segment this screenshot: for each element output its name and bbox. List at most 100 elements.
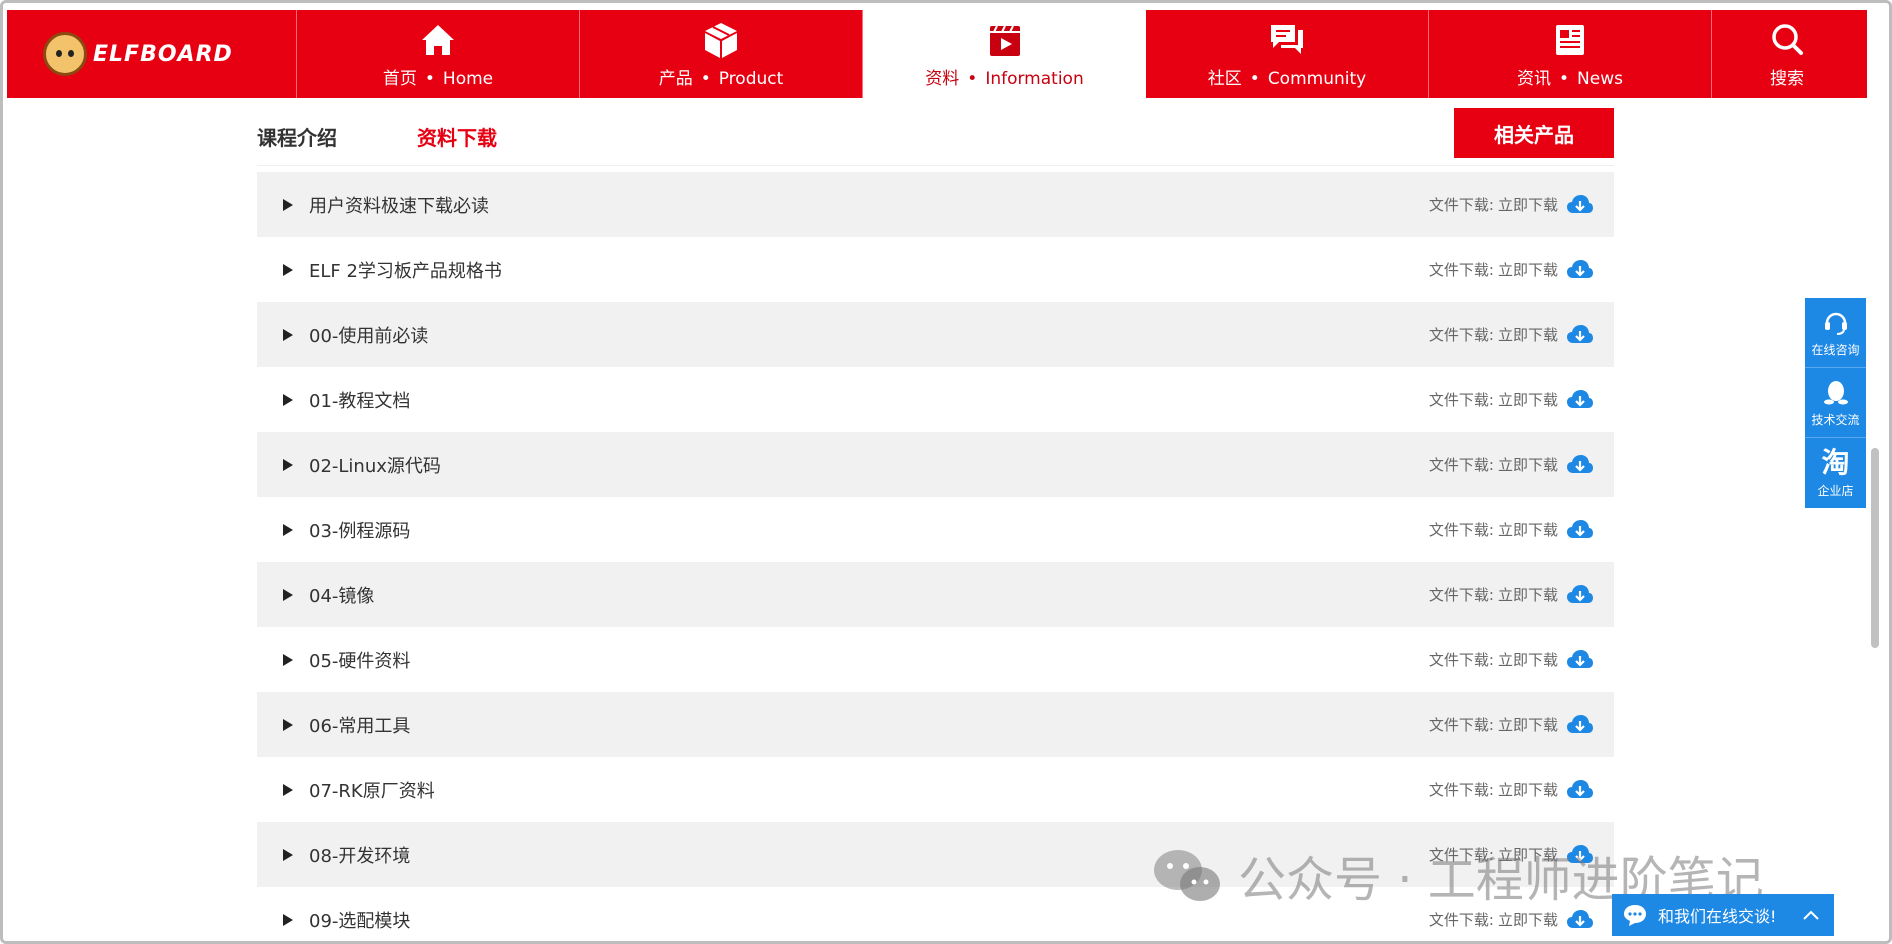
download-label: 文件下载: [1428,781,1494,799]
expand-caret-icon[interactable] [283,458,293,471]
list-item[interactable]: 02-Linux源代码 文件下载: 立即下载 [257,432,1614,497]
download-label: 文件下载: [1428,846,1494,864]
scrollbar-thumb[interactable] [1871,448,1879,648]
nav-item-community[interactable]: 社区 • Community [1146,10,1429,98]
download-now-link[interactable]: 立即下载 [1498,584,1558,605]
download-area: 文件下载: 立即下载 [1429,713,1594,737]
list-item[interactable]: 用户资料极速下载必读 文件下载: 立即下载 [257,172,1614,237]
list-item[interactable]: 01-教程文档 文件下载: 立即下载 [257,367,1614,432]
download-now-link[interactable]: 立即下载 [1498,779,1558,800]
related-products-button[interactable]: 相关产品 [1454,108,1614,158]
download-label: 文件下载: [1428,716,1494,734]
download-area: 文件下载: 立即下载 [1429,843,1594,867]
list-item-title: 07-RK原厂资料 [309,780,435,802]
nav-item-information[interactable]: 资料 • Information [863,10,1146,98]
download-list: 用户资料极速下载必读 文件下载: 立即下载 ELF 2学习板产品规格书 文件下载: 立即下… [257,172,1614,944]
nav-item-search[interactable]: 搜索 [1712,10,1862,98]
tab-course-intro[interactable]: 课程介绍 [257,122,337,151]
list-item-title: 05-硬件资料 [309,650,411,672]
nav-search-label: 搜索 [1770,68,1804,89]
online-consult-button[interactable]: 在线咨询 [1805,298,1866,368]
chevron-up-icon[interactable] [1802,909,1820,921]
expand-caret-icon[interactable] [283,198,293,211]
download-now-link[interactable]: 立即下载 [1498,194,1558,215]
download-area: 文件下载: 立即下载 [1429,518,1594,542]
cloud-download-icon[interactable] [1566,713,1594,737]
download-now-link[interactable]: 立即下载 [1498,844,1558,865]
site-logo[interactable]: ELFBOARD [7,10,297,98]
expand-caret-icon[interactable] [283,653,293,666]
box-icon [705,22,737,58]
list-item-title: 00-使用前必读 [309,325,429,347]
download-now-link[interactable]: 立即下载 [1498,389,1558,410]
side-label: 在线咨询 [1811,343,1860,357]
nav-item-home[interactable]: 首页 • Home [297,10,580,98]
expand-caret-icon[interactable] [283,718,293,731]
download-now-link[interactable]: 立即下载 [1498,519,1558,540]
home-icon [422,24,454,55]
list-item-title: 01-教程文档 [309,390,411,412]
download-label: 文件下载: [1428,326,1494,344]
expand-caret-icon[interactable] [283,393,293,406]
nav-label: 产品 • Product [658,68,784,89]
list-item[interactable]: ELF 2学习板产品规格书 文件下载: 立即下载 [257,237,1614,302]
download-area: 文件下载: 立即下载 [1429,388,1594,412]
expand-caret-icon[interactable] [283,783,293,796]
cloud-download-icon[interactable] [1566,843,1594,867]
chat-icon [1624,905,1646,926]
list-item[interactable]: 04-镜像 文件下载: 立即下载 [257,562,1614,627]
download-now-link[interactable]: 立即下载 [1498,714,1558,735]
search-icon [1772,23,1803,55]
expand-caret-icon[interactable] [283,913,293,926]
cloud-download-icon[interactable] [1566,258,1594,282]
cloud-download-icon[interactable] [1566,193,1594,217]
download-now-link[interactable]: 立即下载 [1498,649,1558,670]
list-item-title: ELF 2学习板产品规格书 [309,260,502,282]
top-nav: ELFBOARD 首页 • Home 产品 • Product 资料 • Informati… [7,10,1867,98]
tab-downloads[interactable]: 资料下载 [417,122,497,151]
list-item[interactable]: 08-开发环境 文件下载: 立即下载 [257,822,1614,887]
download-now-link[interactable]: 立即下载 [1498,324,1558,345]
cloud-download-icon[interactable] [1566,388,1594,412]
list-item[interactable]: 00-使用前必读 文件下载: 立即下载 [257,302,1614,367]
download-label: 文件下载: [1428,391,1494,409]
download-label: 文件下载: [1428,196,1494,214]
download-now-link[interactable]: 立即下载 [1498,909,1558,930]
nav-label: 资讯 • News [1517,68,1623,89]
cloud-download-icon[interactable] [1566,778,1594,802]
taobao-shop-button[interactable]: 淘 企业店 [1805,438,1866,508]
download-area: 文件下载: 立即下载 [1429,193,1594,217]
list-item[interactable]: 09-选配模块 文件下载: 立即下载 [257,887,1614,944]
download-now-link[interactable]: 立即下载 [1498,259,1558,280]
list-item-title: 用户资料极速下载必读 [309,195,489,217]
nav-label: 社区 • Community [1207,68,1367,89]
list-item[interactable]: 05-硬件资料 文件下载: 立即下载 [257,627,1614,692]
expand-caret-icon[interactable] [283,523,293,536]
expand-caret-icon[interactable] [283,588,293,601]
download-now-link[interactable]: 立即下载 [1498,454,1558,475]
live-chat-widget[interactable]: 和我们在线交谈! [1612,894,1834,936]
expand-caret-icon[interactable] [283,263,293,276]
expand-caret-icon[interactable] [283,328,293,341]
nav-item-product[interactable]: 产品 • Product [580,10,863,98]
list-item[interactable]: 03-例程源码 文件下载: 立即下载 [257,497,1614,562]
chat-label: 和我们在线交谈! [1658,907,1777,926]
cloud-download-icon[interactable] [1566,453,1594,477]
cloud-download-icon[interactable] [1566,908,1594,932]
cloud-download-icon[interactable] [1566,323,1594,347]
cloud-download-icon[interactable] [1566,583,1594,607]
cloud-download-icon[interactable] [1566,648,1594,672]
expand-caret-icon[interactable] [283,848,293,861]
side-label: 技术交流 [1811,413,1860,427]
newspaper-icon [1556,24,1584,55]
list-item-title: 08-开发环境 [309,845,411,867]
download-area: 文件下载: 立即下载 [1429,778,1594,802]
list-item-title: 09-选配模块 [309,910,411,932]
nav-item-news[interactable]: 资讯 • News [1429,10,1712,98]
page-scrollbar[interactable] [1869,98,1881,938]
list-item[interactable]: 06-常用工具 文件下载: 立即下载 [257,692,1614,757]
tech-exchange-button[interactable]: 技术交流 [1805,368,1866,438]
download-area: 文件下载: 立即下载 [1429,648,1594,672]
list-item[interactable]: 07-RK原厂资料 文件下载: 立即下载 [257,757,1614,822]
cloud-download-icon[interactable] [1566,518,1594,542]
